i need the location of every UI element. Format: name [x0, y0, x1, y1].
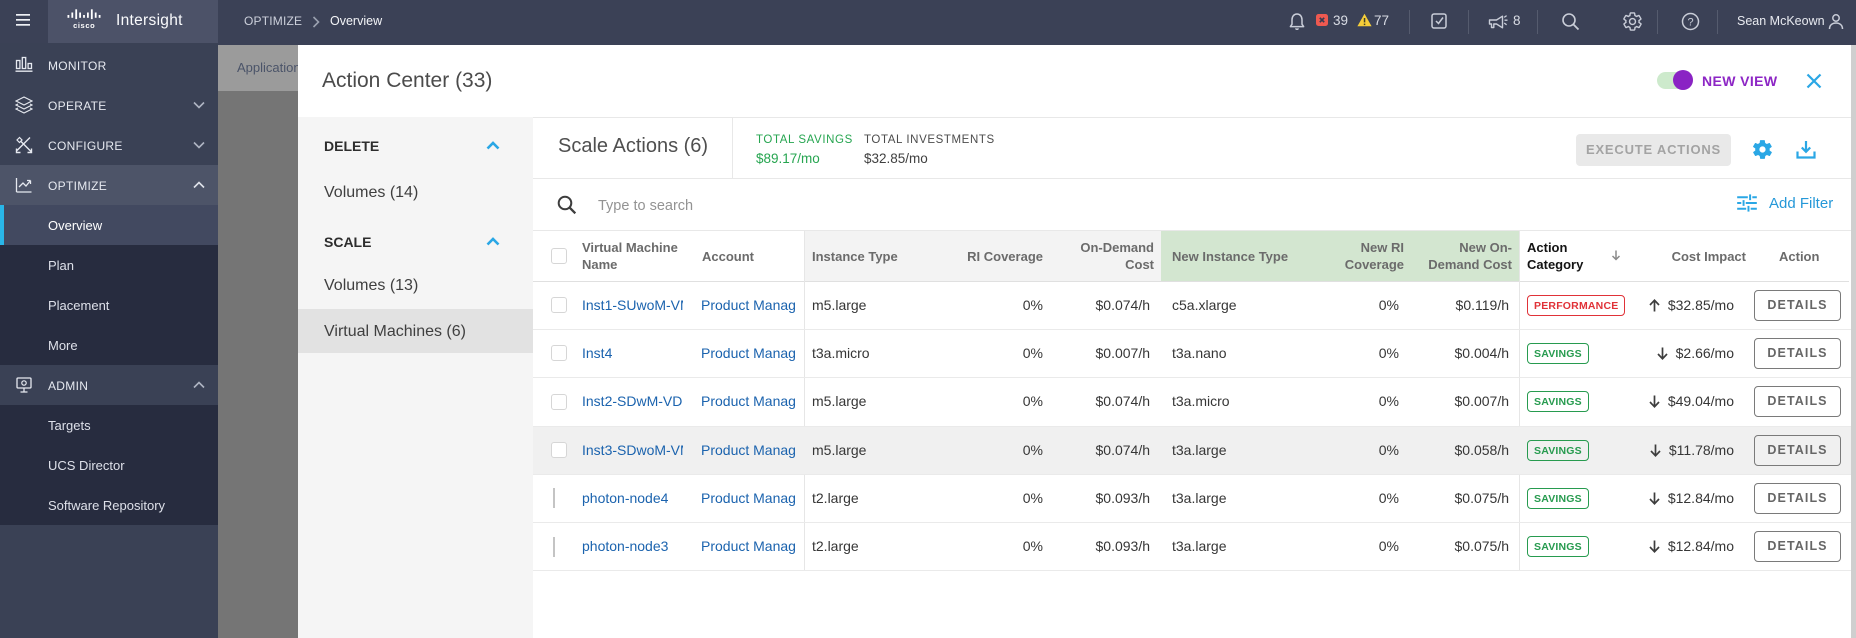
svg-text:cisco: cisco	[73, 21, 95, 30]
svg-text:?: ?	[1687, 17, 1693, 29]
